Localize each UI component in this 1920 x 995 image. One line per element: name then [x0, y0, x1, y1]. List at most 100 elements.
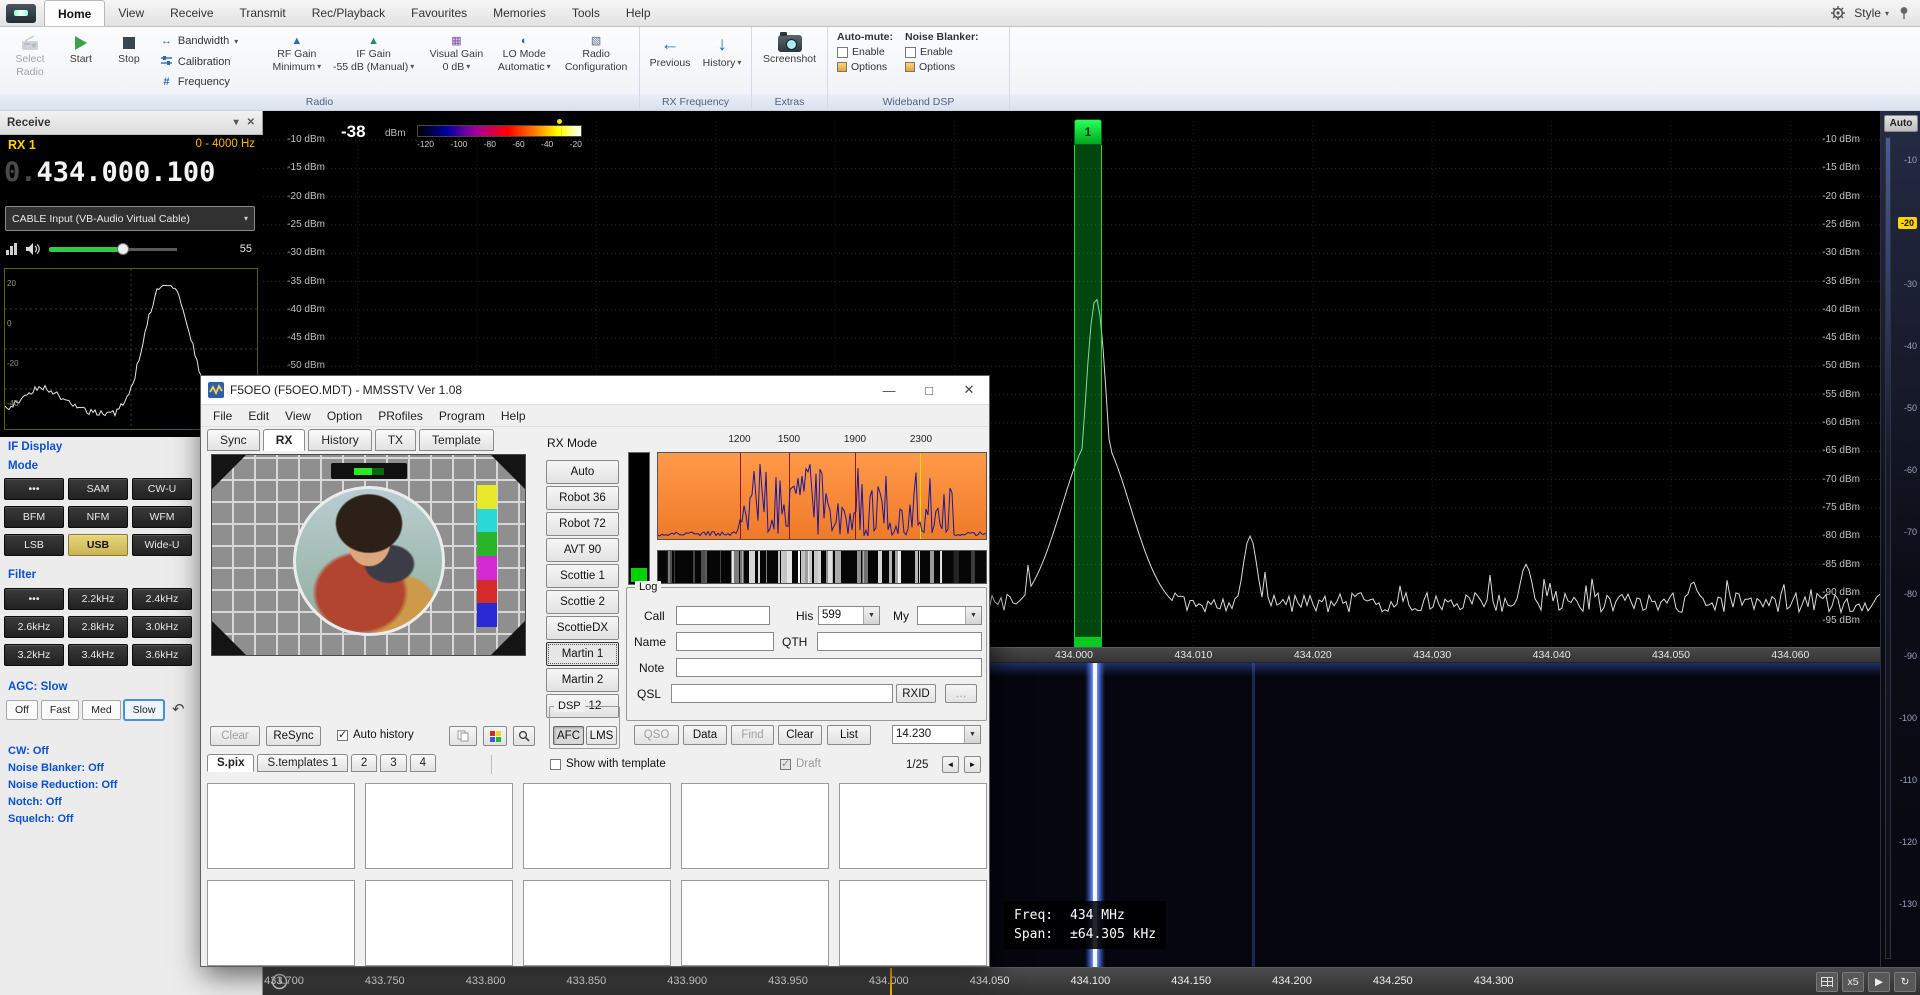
- pan-right-button[interactable]: ▶: [1868, 972, 1890, 992]
- draft-option[interactable]: Draft: [780, 758, 821, 770]
- template-thumbnail[interactable]: [207, 880, 355, 966]
- my-rst-select[interactable]: ▼: [917, 606, 982, 625]
- calibration-button[interactable]: Calibration: [158, 54, 262, 69]
- rx-mode-button[interactable]: Scottie 2: [546, 590, 619, 614]
- rx-mode-button[interactable]: Martin 2: [546, 668, 619, 692]
- mode-button[interactable]: Wide-U: [132, 534, 192, 556]
- filter-button[interactable]: 2.4kHz: [132, 588, 192, 610]
- tuning-bar-tick-label[interactable]: 433.750: [365, 975, 405, 987]
- bandwidth-button[interactable]: ↔Bandwidth▾: [158, 34, 262, 48]
- log-action-button[interactable]: Data: [683, 725, 727, 745]
- rx-mode-button[interactable]: ScottieDX: [546, 616, 619, 640]
- agc-button[interactable]: Slow: [124, 700, 165, 720]
- start-button[interactable]: Start: [58, 30, 104, 93]
- log-action-button[interactable]: Find: [731, 725, 774, 745]
- filter-button[interactable]: 2.2kHz: [68, 588, 128, 610]
- auto-mute-enable[interactable]: Enable: [837, 46, 893, 58]
- frequency-history-button[interactable]: ↓ History▾: [698, 30, 746, 93]
- rxid-button[interactable]: RXID: [896, 684, 936, 703]
- mmsstv-tab[interactable]: Template: [419, 429, 494, 451]
- tuning-bar-tick-label[interactable]: 434.250: [1373, 975, 1413, 987]
- menu-tab[interactable]: Rec/Playback: [299, 0, 398, 26]
- mmsstv-tab[interactable]: History: [308, 429, 371, 451]
- his-rst-select[interactable]: 599▼: [818, 606, 880, 625]
- noise-blanker-enable-checkbox[interactable]: [905, 47, 916, 58]
- auto-history-option[interactable]: Auto history: [337, 729, 414, 741]
- qth-label[interactable]: QTH: [782, 635, 807, 649]
- mmsstv-menu-item[interactable]: Edit: [240, 407, 277, 425]
- dropdown-arrow-icon[interactable]: ▼: [964, 726, 980, 743]
- log-action-button[interactable]: QSO: [634, 725, 679, 745]
- clear-image-button[interactable]: Clear: [210, 726, 260, 746]
- template-thumbnail[interactable]: [365, 783, 513, 869]
- reset-view-button[interactable]: ↻: [1894, 972, 1916, 992]
- menu-tab[interactable]: Transmit: [227, 0, 299, 26]
- channel-number-badge[interactable]: 1: [1074, 119, 1102, 145]
- style-selector[interactable]: Style▾: [1854, 6, 1889, 20]
- note-input[interactable]: [676, 658, 982, 677]
- mmsstv-window[interactable]: F5OEO (F5OEO.MDT) - MMSSTV Ver 1.08 — □ …: [200, 375, 990, 967]
- grid-view-button[interactable]: [1816, 972, 1838, 992]
- qsl-input[interactable]: [671, 684, 893, 703]
- gear-icon[interactable]: [1831, 6, 1845, 20]
- prev-page-button[interactable]: ◄: [942, 756, 959, 773]
- mmsstv-tab[interactable]: RX: [263, 429, 306, 451]
- qsl-label[interactable]: QSL: [637, 687, 661, 701]
- zoom-level-button[interactable]: x5: [1842, 972, 1864, 992]
- agc-button[interactable]: Off: [6, 700, 38, 720]
- show-with-template-option[interactable]: Show with template: [550, 758, 666, 770]
- call-input[interactable]: [676, 606, 770, 625]
- filter-button[interactable]: 3.0kHz: [132, 616, 192, 638]
- tuning-bar-tick-label[interactable]: 433.700: [264, 975, 304, 987]
- previous-frequency-button[interactable]: ← Previous: [644, 30, 696, 93]
- select-radio-button[interactable]: Select Radio: [4, 30, 56, 93]
- auto-mute-enable-checkbox[interactable]: [837, 47, 848, 58]
- visual-gain-button[interactable]: ▦ Visual Gain 0 dB▾: [422, 30, 492, 93]
- template-thumbnail[interactable]: [839, 880, 987, 966]
- menu-tab[interactable]: Help: [613, 0, 664, 26]
- template-thumbnail[interactable]: [839, 783, 987, 869]
- dropdown-arrow-icon[interactable]: ▼: [863, 607, 879, 624]
- mmsstv-title-bar[interactable]: F5OEO (F5OEO.MDT) - MMSSTV Ver 1.08 — □ …: [201, 376, 989, 405]
- mmsstv-tab[interactable]: TX: [375, 429, 416, 451]
- frequency-display[interactable]: 0.434.000.100: [4, 157, 215, 188]
- filter-button[interactable]: 3.4kHz: [68, 644, 128, 666]
- color-palette-button[interactable]: [483, 726, 507, 746]
- next-page-button[interactable]: ►: [964, 756, 981, 773]
- pin-icon[interactable]: [1898, 6, 1910, 20]
- noise-blanker-options[interactable]: Options: [905, 61, 979, 73]
- undo-icon[interactable]: ↶: [172, 700, 185, 718]
- name-input[interactable]: [676, 632, 774, 651]
- log-action-button[interactable]: List: [827, 725, 871, 745]
- tuning-bar-tick-label[interactable]: 434.100: [1071, 975, 1111, 987]
- template-thumbnail[interactable]: [681, 880, 829, 966]
- menu-tab[interactable]: View: [105, 0, 157, 26]
- rx-mode-button[interactable]: Robot 72: [546, 512, 619, 536]
- qth-input[interactable]: [817, 632, 982, 651]
- template-thumbnail[interactable]: [523, 783, 671, 869]
- name-label[interactable]: Name: [634, 635, 666, 649]
- template-thumbnail[interactable]: [207, 783, 355, 869]
- tuning-bar-tick-label[interactable]: 434.200: [1272, 975, 1312, 987]
- tuning-bar-tick-label[interactable]: 434.000: [869, 975, 909, 987]
- channel-passband-region[interactable]: [1074, 145, 1102, 637]
- menu-tab[interactable]: Receive: [157, 0, 226, 26]
- frequency-button[interactable]: #Frequency: [158, 75, 262, 89]
- mode-button[interactable]: LSB: [4, 534, 64, 556]
- agc-button[interactable]: Fast: [41, 700, 79, 720]
- rf-gain-button[interactable]: ▲ RF Gain Minimum▾: [268, 30, 326, 93]
- mmsstv-menu-item[interactable]: Program: [431, 407, 493, 425]
- menu-tab[interactable]: Memories: [480, 0, 559, 26]
- mode-button[interactable]: SAM: [68, 478, 128, 500]
- lms-button[interactable]: LMS: [586, 726, 617, 745]
- template-thumbnail[interactable]: [365, 880, 513, 966]
- close-icon[interactable]: ✕: [949, 376, 989, 404]
- radio-configuration-button[interactable]: ▧ Radio Configuration: [557, 30, 635, 93]
- template-tab[interactable]: 4: [410, 754, 436, 772]
- noise-blanker-enable[interactable]: Enable: [905, 46, 979, 58]
- volume-slider-handle[interactable]: [117, 243, 129, 255]
- menu-tab[interactable]: Tools: [559, 0, 613, 26]
- draft-checkbox[interactable]: [780, 759, 791, 770]
- mode-button[interactable]: CW-U: [132, 478, 192, 500]
- tuning-bar-tick-label[interactable]: 433.900: [667, 975, 707, 987]
